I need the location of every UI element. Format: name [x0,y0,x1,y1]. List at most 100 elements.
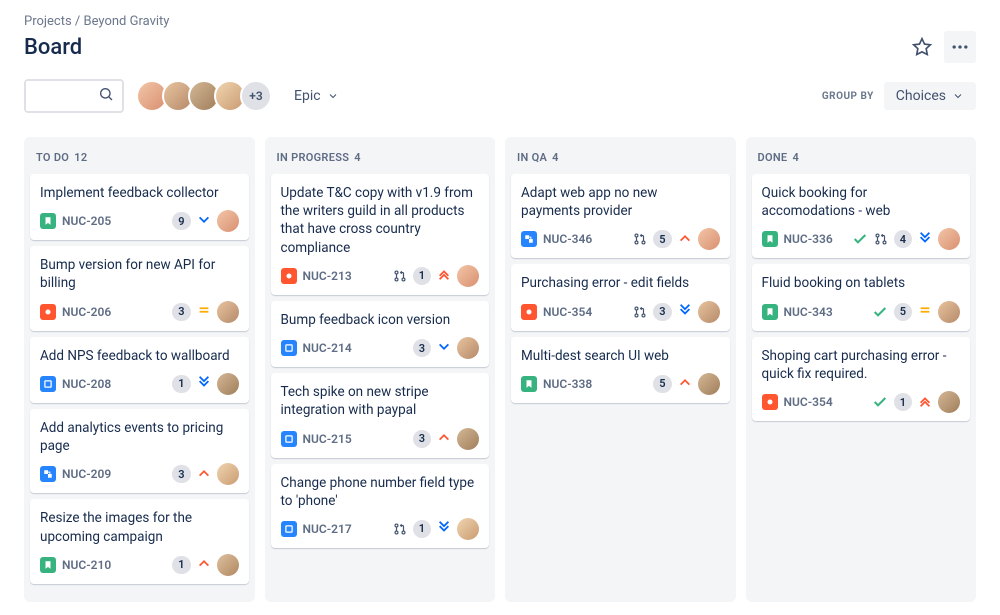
breadcrumb-root[interactable]: Projects [24,14,72,29]
issue-card[interactable]: Implement feedback collectorNUC-2059 [30,174,249,240]
assignee-avatar[interactable] [457,337,479,359]
priority-lowest-icon [197,374,211,393]
issue-key: NUC-336 [784,232,833,246]
chevron-down-icon [952,90,964,102]
column-count: 12 [74,151,87,164]
subtask-type-icon [521,231,537,247]
assignee-avatar[interactable] [217,373,239,395]
priority-highest-icon [437,266,451,285]
more-icon [950,37,970,57]
story-type-icon [762,304,778,320]
priority-low-icon [197,212,211,231]
assignee-avatar[interactable] [217,554,239,576]
assignee-avatar[interactable] [938,228,960,250]
pull-request-icon [633,305,647,319]
issue-key: NUC-213 [303,269,352,283]
issue-card[interactable]: Add NPS feedback to wallboardNUC-2081 [30,337,249,403]
more-actions-button[interactable] [944,31,976,63]
task-type-icon [281,431,297,447]
task-type-icon [281,521,297,537]
issue-key: NUC-346 [543,232,592,246]
card-title: Resize the images for the upcoming campa… [40,509,239,545]
column-in-qa: In QA 4 Adapt web app no new payments pro… [505,137,736,602]
priority-high-icon [197,465,211,484]
assignee-avatar[interactable] [217,210,239,232]
story-type-icon [521,376,537,392]
story-points-badge: 5 [894,303,912,321]
issue-key: NUC-354 [784,395,833,409]
epic-filter-button[interactable]: Epic [284,82,349,110]
bug-type-icon [40,304,56,320]
card-title: Bump feedback icon version [281,311,480,329]
assignee-avatar[interactable] [698,228,720,250]
group-by-select[interactable]: Choices [884,82,976,110]
task-type-icon [40,376,56,392]
assignee-filter-avatars: +3 [136,80,272,112]
issue-key: NUC-206 [62,305,111,319]
priority-high-icon [678,230,692,249]
avatar-overflow[interactable]: +3 [240,80,272,112]
card-title: Implement feedback collector [40,184,239,202]
issue-card[interactable]: Tech spike on new stripe integration wit… [271,373,490,457]
story-points-badge: 5 [653,230,671,248]
done-check-icon [852,231,868,247]
done-check-icon [872,304,888,320]
star-button[interactable] [906,31,938,63]
issue-card[interactable]: Add analytics events to pricing pageNUC-… [30,409,249,493]
column-count: 4 [552,151,559,164]
assignee-avatar[interactable] [217,463,239,485]
issue-card[interactable]: Update T&C copy with v1.9 from the write… [271,174,490,295]
column-header: In Progress 4 [271,145,490,174]
issue-card[interactable]: Multi-dest search UI webNUC-3385 [511,337,730,403]
priority-high-icon [678,374,692,393]
card-title: Add analytics events to pricing page [40,419,239,455]
issue-card[interactable]: Adapt web app no new payments providerNU… [511,174,730,258]
issue-key: NUC-208 [62,377,111,391]
issue-key: NUC-343 [784,305,833,319]
card-title: Purchasing error - edit fields [521,274,720,292]
assignee-avatar[interactable] [938,301,960,323]
kanban-board: To Do 12Implement feedback collectorNUC-… [24,137,976,602]
column-name: In QA [517,151,547,164]
story-points-badge: 3 [653,303,671,321]
column-header: To Do 12 [30,145,249,174]
issue-card[interactable]: Change phone number field type to 'phone… [271,464,490,548]
search-icon [98,86,114,106]
issue-key: NUC-215 [303,432,352,446]
assignee-avatar[interactable] [698,301,720,323]
assignee-avatar[interactable] [457,265,479,287]
column-count: 4 [354,151,361,164]
bug-type-icon [281,268,297,284]
pull-request-icon [633,232,647,246]
issue-card[interactable]: Quick booking for accomodations - webNUC… [752,174,971,258]
issue-card[interactable]: Bump feedback icon versionNUC-2143 [271,301,490,367]
group-by-label: GROUP BY [822,91,874,102]
issue-key: NUC-338 [543,377,592,391]
card-title: Fluid booking on tablets [762,274,961,292]
issue-card[interactable]: Fluid booking on tablets NUC-343 5 [752,264,971,330]
assignee-avatar[interactable] [457,518,479,540]
breadcrumb-project[interactable]: Beyond Gravity [84,14,170,29]
priority-high-icon [197,555,211,574]
assignee-avatar[interactable] [938,391,960,413]
issue-card[interactable]: Resize the images for the upcoming campa… [30,499,249,583]
issue-card[interactable]: Purchasing error - edit fieldsNUC-3543 [511,264,730,330]
chevron-down-icon [327,90,339,102]
story-points-badge: 3 [413,339,431,357]
column-count: 4 [792,151,799,164]
priority-lowest-icon [437,519,451,538]
assignee-avatar[interactable] [217,301,239,323]
search-box[interactable] [24,79,124,113]
story-points-badge: 9 [172,212,190,230]
assignee-avatar[interactable] [698,373,720,395]
story-points-badge: 3 [172,465,190,483]
story-points-badge: 4 [894,230,912,248]
search-input[interactable] [26,88,96,104]
priority-high-icon [437,429,451,448]
issue-card[interactable]: Shoping cart purchasing error - quick fi… [752,337,971,421]
issue-card[interactable]: Bump version for new API for billingNUC-… [30,246,249,330]
breadcrumb-sep: / [75,14,84,29]
column-done: Done 4Quick booking for accomodations - … [746,137,977,602]
star-icon [912,37,932,57]
assignee-avatar[interactable] [457,428,479,450]
